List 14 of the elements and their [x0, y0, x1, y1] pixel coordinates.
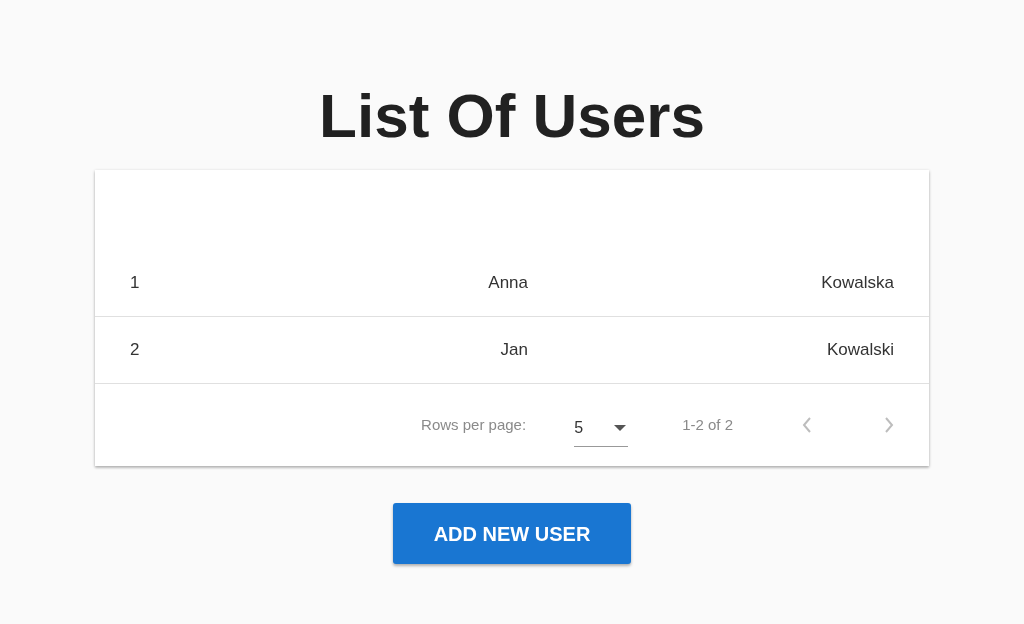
caret-icon — [614, 424, 627, 431]
rows-per-page-label: Rows per page: — [421, 414, 527, 435]
page-title: List Of Users — [318, 80, 706, 152]
table-cell: Anna — [488, 273, 528, 293]
table-cell: Kowalska — [821, 273, 894, 293]
table-cell: 1 — [130, 273, 140, 293]
add-user-button[interactable]: ADD NEW USER — [393, 503, 631, 564]
table-cell: 2 — [130, 340, 140, 360]
table-cell: Jan — [500, 340, 528, 360]
chevron-left-icon — [802, 417, 812, 433]
chevron-right-icon — [884, 417, 894, 433]
table-cell: Kowalski — [826, 340, 894, 360]
page-range: 1-2 of 2 — [682, 414, 733, 435]
rows-per-page-select[interactable]: 5 — [574, 415, 629, 447]
